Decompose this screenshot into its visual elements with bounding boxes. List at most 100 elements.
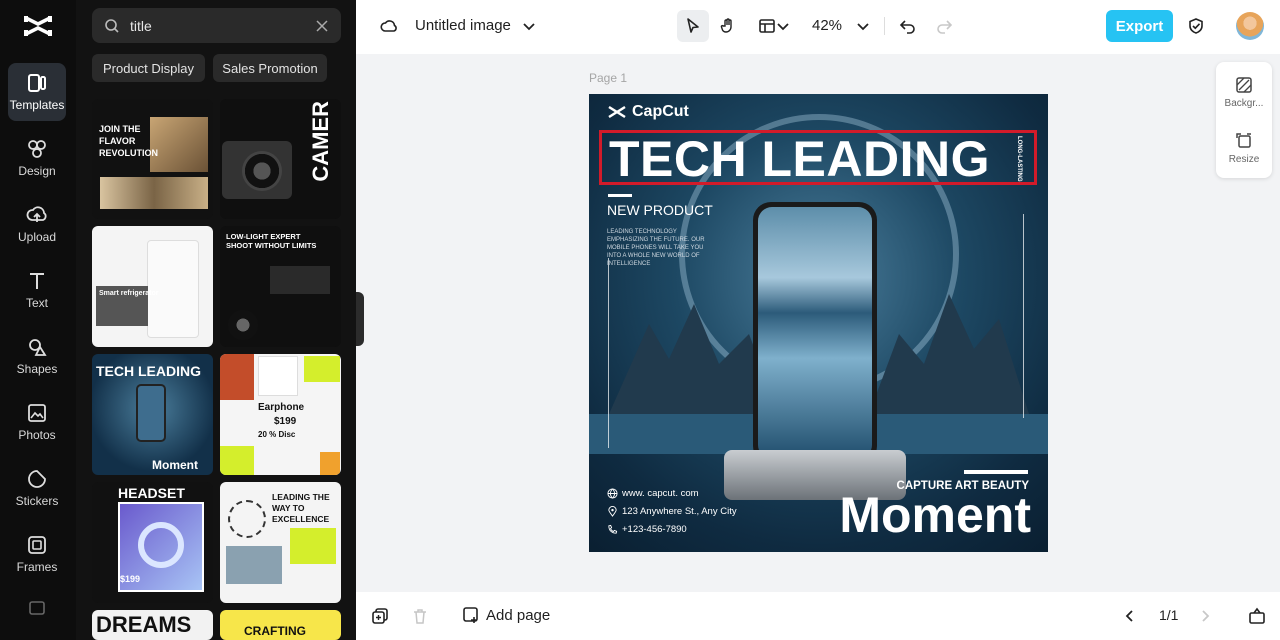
search-input[interactable]: title xyxy=(92,8,341,43)
thumb-text: Earphone xyxy=(258,402,305,413)
globe-icon xyxy=(607,488,618,499)
top-bar: Untitled image 42% Export xyxy=(356,0,1280,54)
chevron-down-icon xyxy=(523,23,535,31)
phone-illustration xyxy=(753,202,877,464)
zoom-level[interactable]: 42% xyxy=(812,17,842,34)
thumb-text: LEADING THE WAY TO EXCELLENCE xyxy=(272,492,330,524)
chip-sales-promotion[interactable]: Sales Promotion xyxy=(213,54,327,82)
headline-selection[interactable]: TECH LEADING xyxy=(599,130,1037,185)
previous-page-button[interactable] xyxy=(1115,601,1145,631)
contact-website: www. capcut. com xyxy=(607,488,699,499)
location-pin-icon xyxy=(608,506,617,517)
design-icon xyxy=(28,140,46,158)
template-thumb-excellence[interactable]: LEADING THE WAY TO EXCELLENCE xyxy=(220,482,341,603)
address-text: 123 Anywhere St., Any City xyxy=(622,506,737,517)
shield-check-icon xyxy=(1189,18,1203,34)
design-brand: CapCut xyxy=(607,103,689,121)
page-label: Page 1 xyxy=(589,71,628,85)
duplicate-icon xyxy=(372,608,388,624)
template-thumb-camera[interactable]: CAMER xyxy=(220,99,341,219)
rail-label: Upload xyxy=(17,230,57,244)
template-thumb-dreams[interactable]: DREAMS xyxy=(92,610,213,640)
templates-panel: title Product Display Sales Promotion JO… xyxy=(76,0,356,640)
divider xyxy=(884,17,885,35)
website-text: www. capcut. com xyxy=(622,488,699,499)
frames-icon xyxy=(28,536,46,554)
redo-icon xyxy=(937,20,953,34)
delete-page-button[interactable] xyxy=(405,601,435,631)
bottom-bar: Add page 1/1 xyxy=(356,592,1280,640)
headline-text[interactable]: TECH LEADING xyxy=(609,133,990,185)
phone-icon xyxy=(608,524,618,534)
stickers-icon xyxy=(28,470,46,488)
rail-item-design[interactable]: Design xyxy=(8,129,66,187)
subhead-text: NEW PRODUCT xyxy=(607,202,713,218)
shapes-icon xyxy=(29,339,47,356)
panel-collapse-handle[interactable] xyxy=(356,292,364,346)
duplicate-page-button[interactable] xyxy=(365,601,395,631)
page-counter: 1/1 xyxy=(1159,607,1179,623)
collapse-pages-button[interactable] xyxy=(1242,601,1272,631)
chevron-right-icon xyxy=(1202,610,1210,622)
rail-item-templates[interactable]: Templates xyxy=(8,63,66,121)
templates-icon xyxy=(28,74,46,92)
layout-dropdown-button[interactable] xyxy=(774,11,792,41)
right-tools: Backgr... Resize xyxy=(1216,62,1272,178)
photos-icon xyxy=(28,404,46,422)
template-thumb-earphone[interactable]: Earphone $199 20 % Disc xyxy=(220,354,341,475)
template-thumb-fridge[interactable]: Smart refrigerator xyxy=(92,226,213,347)
thumb-text: CAMER xyxy=(308,101,333,182)
rail-label: Stickers xyxy=(15,494,59,508)
template-thumb-headset[interactable]: HEADSET $199 xyxy=(92,482,213,603)
avatar[interactable] xyxy=(1236,12,1264,40)
add-page-icon xyxy=(463,607,478,623)
background-label: Backgr... xyxy=(1224,98,1264,109)
zoom-dropdown-button[interactable] xyxy=(848,11,878,41)
accent-bar-right xyxy=(964,470,1028,474)
text-icon xyxy=(30,273,44,289)
rail-item-text[interactable]: Text xyxy=(8,261,66,319)
next-page-button[interactable] xyxy=(1190,601,1220,631)
select-tool-button[interactable] xyxy=(677,10,709,42)
undo-icon xyxy=(899,20,915,34)
upload-icon xyxy=(26,206,47,222)
design-brand-text: CapCut xyxy=(632,103,689,120)
rail-item-photos[interactable]: Photos xyxy=(8,393,66,451)
chip-product-display[interactable]: Product Display xyxy=(92,54,205,82)
rail-item-more[interactable] xyxy=(8,595,66,623)
design-canvas[interactable]: CapCut TECH LEADING LONG-LASTING NEW PRO… xyxy=(589,94,1048,552)
template-thumb-tech-leading[interactable]: TECH LEADING Moment xyxy=(92,354,213,475)
add-page-button[interactable]: Add page xyxy=(462,606,550,624)
template-thumb-lowlight[interactable]: LOW-LIGHT EXPERT SHOOT WITHOUT LIMITS xyxy=(220,226,341,347)
template-thumb-crafting[interactable]: CRAFTING xyxy=(220,610,341,640)
rail-item-frames[interactable]: Frames xyxy=(8,525,66,583)
rail-item-upload[interactable]: Upload xyxy=(8,195,66,253)
rail-item-shapes[interactable]: Shapes xyxy=(8,327,66,385)
capcut-logo-icon[interactable] xyxy=(22,12,54,40)
contact-phone: +123-456-7890 xyxy=(607,524,687,535)
hand-tool-button[interactable] xyxy=(713,11,743,41)
undo-button[interactable] xyxy=(893,11,923,41)
cloud-save-button[interactable] xyxy=(374,11,404,41)
add-page-label: Add page xyxy=(486,606,551,624)
more-icon xyxy=(29,601,45,615)
cursor-icon xyxy=(687,18,699,33)
security-button[interactable] xyxy=(1181,11,1211,41)
left-rail: Templates Design Upload Text Shapes Phot… xyxy=(0,0,76,640)
rail-item-stickers[interactable]: Stickers xyxy=(8,459,66,517)
resize-tool[interactable]: Resize xyxy=(1216,132,1272,165)
title-dropdown-button[interactable] xyxy=(514,11,544,41)
thumb-text: JOIN THE FLAVOR REVOLUTION xyxy=(99,124,159,158)
thumb-text: HEADSET xyxy=(118,485,185,501)
template-thumb-flavor[interactable]: JOIN THE FLAVOR REVOLUTION xyxy=(92,99,213,219)
redo-button[interactable] xyxy=(929,11,959,41)
trash-icon xyxy=(414,609,426,624)
contact-address: 123 Anywhere St., Any City xyxy=(607,506,737,517)
chevron-left-icon xyxy=(1125,610,1133,622)
document-title[interactable]: Untitled image xyxy=(415,17,511,34)
rail-label: Text xyxy=(25,296,48,310)
close-icon[interactable] xyxy=(315,19,329,33)
export-button[interactable]: Export xyxy=(1106,10,1173,42)
thumb-text: 20 % Disc xyxy=(258,430,296,439)
background-tool[interactable]: Backgr... xyxy=(1216,76,1272,109)
